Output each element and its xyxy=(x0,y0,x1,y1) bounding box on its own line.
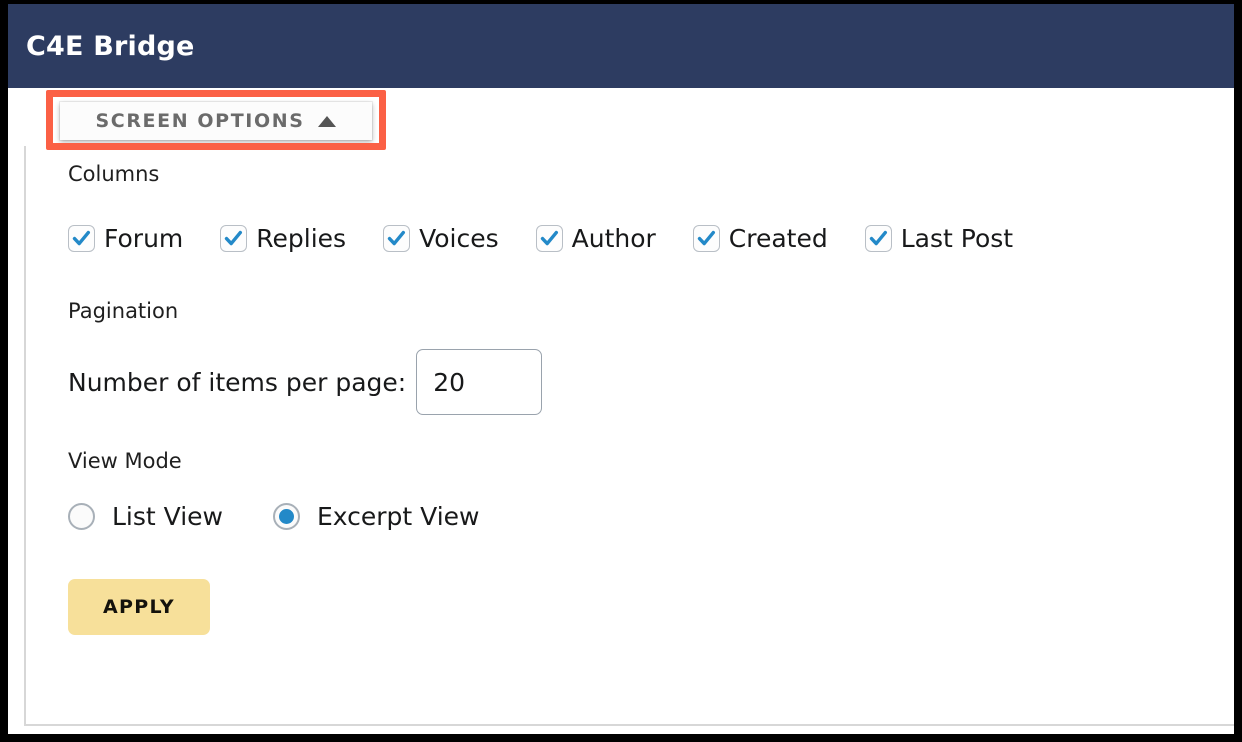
view-mode-row: List View Excerpt View xyxy=(68,502,1224,531)
checkbox-item-forum[interactable]: Forum xyxy=(68,224,183,253)
panel-left-divider xyxy=(24,146,26,726)
checkbox-author[interactable] xyxy=(535,225,563,252)
panel-bottom-divider xyxy=(24,724,1234,726)
radio-item-excerpt-view[interactable]: Excerpt View xyxy=(272,502,480,531)
checkbox-label-created: Created xyxy=(728,224,828,253)
checkbox-label-last-post: Last Post xyxy=(900,224,1014,253)
checkbox-forum[interactable] xyxy=(68,225,95,252)
checkbox-replies[interactable] xyxy=(220,225,248,252)
page-title: C4E Bridge xyxy=(26,30,195,62)
columns-checkbox-row: Forum Replies Voices Author Created Last… xyxy=(68,224,1224,253)
checkbox-label-replies: Replies xyxy=(256,224,347,253)
checkbox-label-voices: Voices xyxy=(419,224,499,253)
checkbox-label-forum: Forum xyxy=(104,224,184,253)
checkbox-item-created[interactable]: Created xyxy=(692,224,828,253)
items-per-page-label: Number of items per page: xyxy=(68,367,407,397)
checkbox-voices[interactable] xyxy=(383,225,411,252)
checkbox-item-replies[interactable]: Replies xyxy=(220,224,346,253)
radio-list-view[interactable] xyxy=(68,503,95,530)
pagination-row: Number of items per page: xyxy=(68,349,1224,415)
radio-label-list-view: List View xyxy=(112,502,223,531)
radio-item-list-view[interactable]: List View xyxy=(68,502,223,531)
items-per-page-input[interactable] xyxy=(416,349,543,415)
checkbox-created[interactable] xyxy=(692,225,720,252)
screen-options-panel: Columns Forum Replies Voices Author Crea… xyxy=(68,162,1224,635)
checkbox-label-author: Author xyxy=(571,224,656,253)
radio-label-excerpt-view: Excerpt View xyxy=(316,502,480,531)
app-window: C4E Bridge SCREEN OPTIONS Columns Forum xyxy=(0,0,1242,742)
radio-excerpt-view[interactable] xyxy=(272,503,300,530)
checkbox-last-post[interactable] xyxy=(864,225,892,252)
checkbox-item-voices[interactable]: Voices xyxy=(383,224,499,253)
view-mode-section-label: View Mode xyxy=(68,449,182,473)
apply-button[interactable]: APPLY xyxy=(68,579,210,635)
checkbox-item-last-post[interactable]: Last Post xyxy=(864,224,1014,253)
columns-section-label: Columns xyxy=(68,162,160,186)
screen-options-highlight-box xyxy=(46,90,386,150)
app-header: C4E Bridge xyxy=(8,4,1234,88)
checkbox-item-author[interactable]: Author xyxy=(535,224,656,253)
pagination-section-label: Pagination xyxy=(68,299,179,323)
content-area: SCREEN OPTIONS Columns Forum Replies Voi… xyxy=(8,88,1234,734)
radio-dot xyxy=(278,509,294,524)
